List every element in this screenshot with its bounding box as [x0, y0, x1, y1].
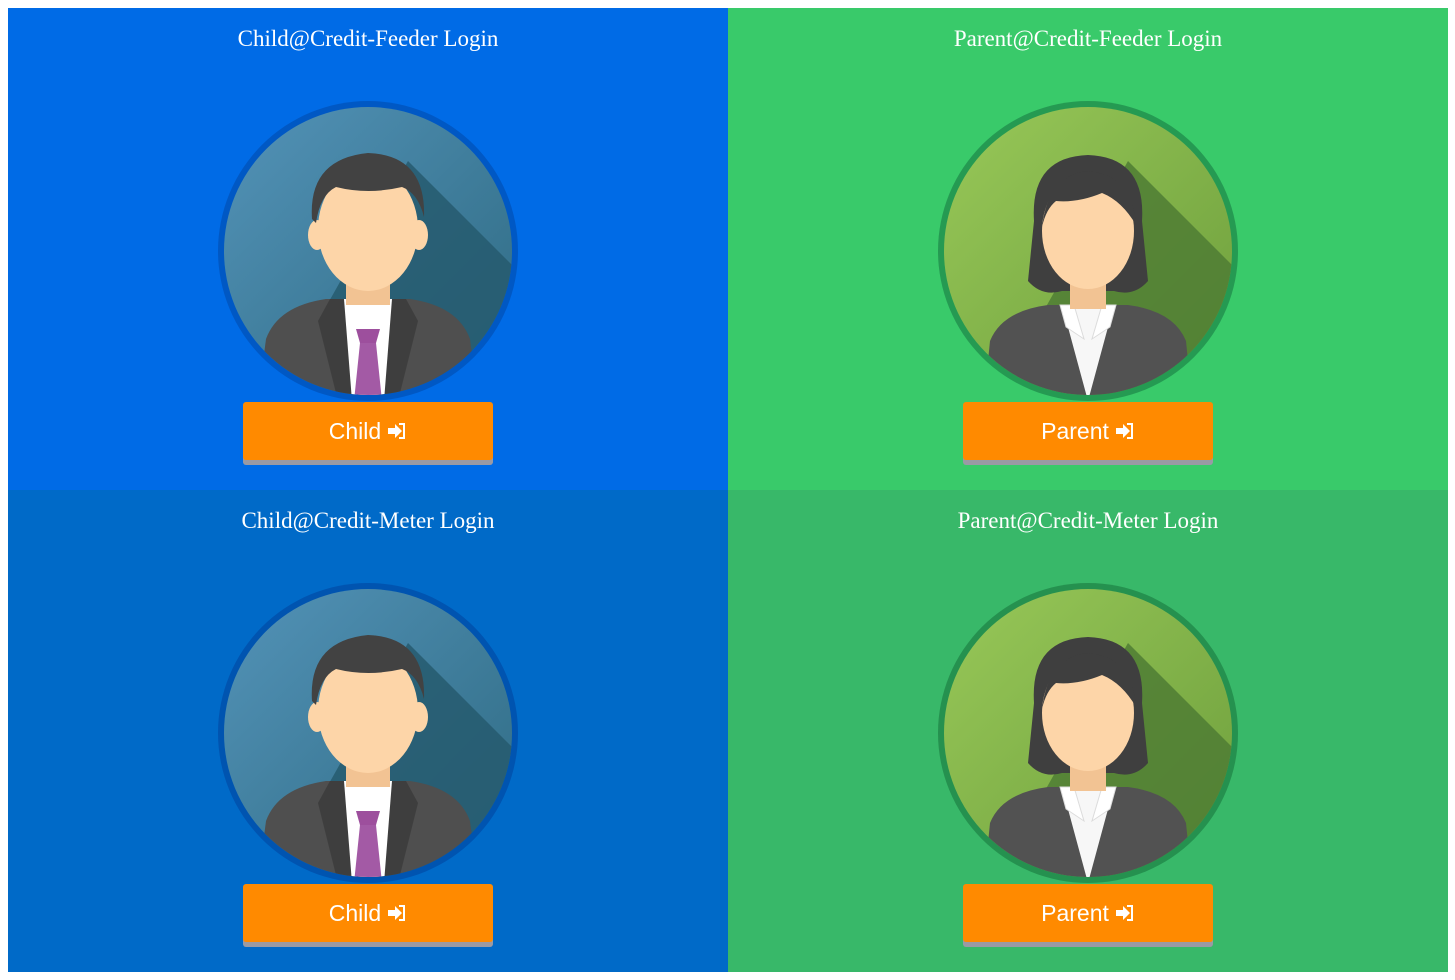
parent-login-button[interactable]: Parent: [963, 402, 1213, 460]
panel-title: Child@Credit-Meter Login: [241, 508, 495, 533]
parent-meter-panel: Parent@Credit-Meter Login Parent: [728, 490, 1448, 972]
panel-title: Child@Credit-Feeder Login: [237, 26, 499, 51]
male-avatar-icon: [218, 583, 518, 883]
sign-in-icon: [387, 903, 407, 923]
female-avatar-icon: [938, 583, 1238, 883]
button-label: Parent: [1041, 417, 1109, 444]
login-grid: Child@Credit-Feeder Login Child Parent@C…: [8, 8, 1448, 972]
button-label: Parent: [1041, 899, 1109, 926]
sign-in-icon: [1115, 903, 1135, 923]
male-avatar-icon: [218, 101, 518, 401]
sign-in-icon: [387, 421, 407, 441]
child-feeder-panel: Child@Credit-Feeder Login Child: [8, 8, 728, 490]
sign-in-icon: [1115, 421, 1135, 441]
parent-login-button[interactable]: Parent: [963, 884, 1213, 942]
button-label: Child: [328, 899, 382, 926]
button-label: Child: [328, 417, 382, 444]
parent-feeder-panel: Parent@Credit-Feeder Login Parent: [728, 8, 1448, 490]
female-avatar-icon: [938, 101, 1238, 401]
child-meter-panel: Child@Credit-Meter Login Child: [8, 490, 728, 972]
child-login-button[interactable]: Child: [243, 402, 493, 460]
panel-title: Parent@Credit-Meter Login: [957, 508, 1219, 533]
panel-title: Parent@Credit-Feeder Login: [953, 26, 1223, 51]
child-login-button[interactable]: Child: [243, 884, 493, 942]
